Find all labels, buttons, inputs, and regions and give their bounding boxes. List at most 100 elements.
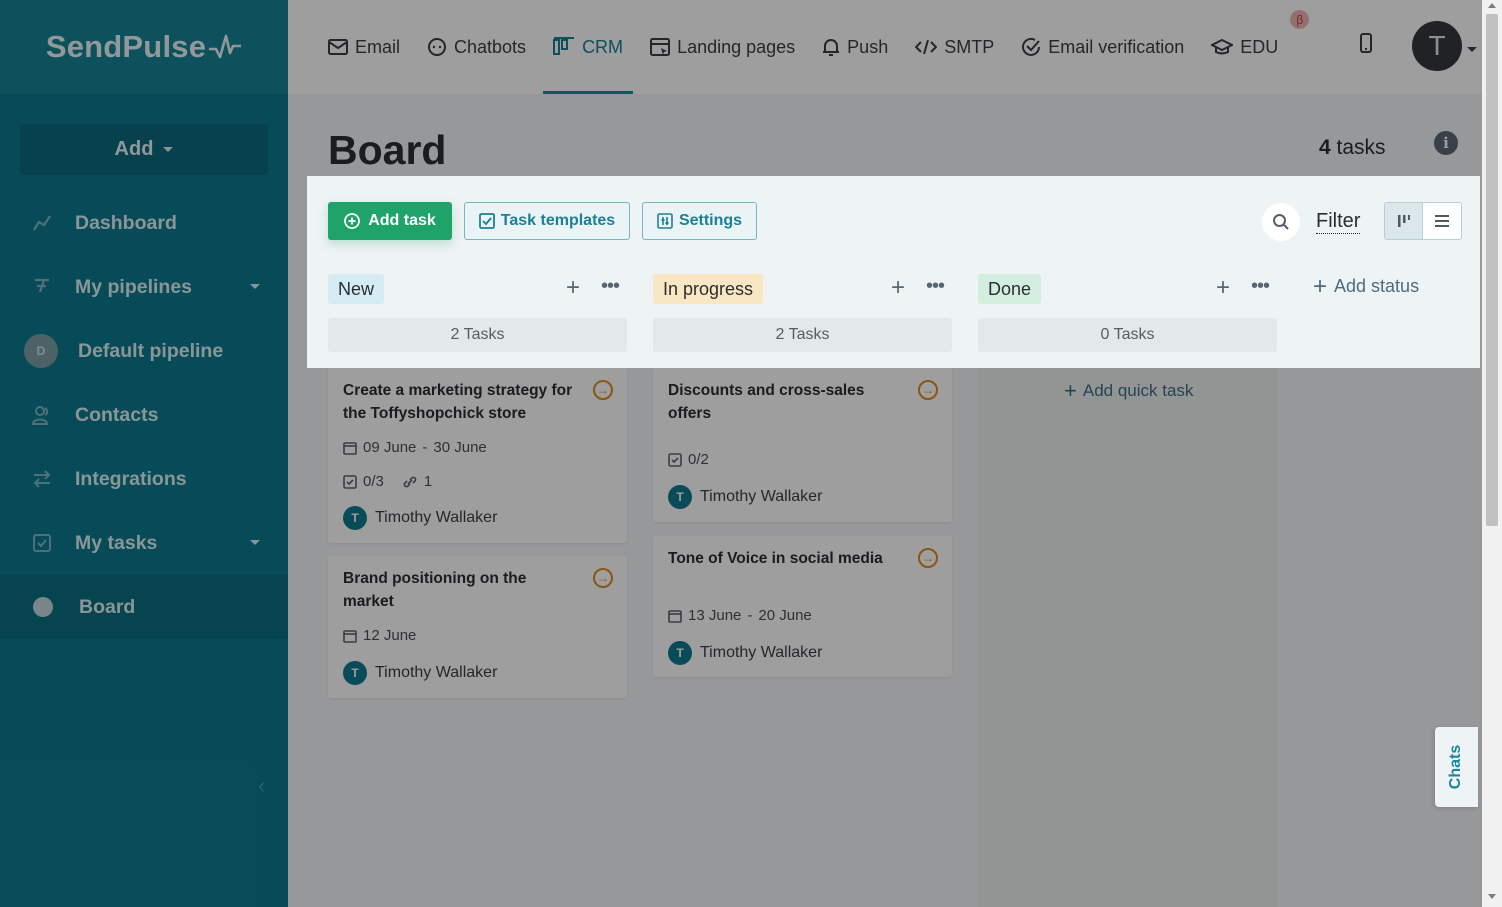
add-quick-task-button[interactable]: + Add quick task (1064, 380, 1193, 402)
search-icon (1273, 214, 1289, 230)
assignee-name: Timothy Wallaker (375, 509, 498, 526)
more-options-icon[interactable]: ••• (601, 276, 620, 296)
sidebar-item-label: Board (79, 595, 136, 618)
sidebar-item-label: Integrations (75, 467, 187, 490)
column-task-count: 2 Tasks (328, 318, 627, 352)
nav-crm-label: CRM (582, 36, 624, 57)
calendar-icon (343, 629, 357, 643)
mobile-icon[interactable] (1359, 33, 1373, 58)
sidebar-item-label: My tasks (75, 531, 158, 554)
checklist-icon (343, 474, 357, 489)
contacts-icon (30, 403, 54, 427)
assignee-avatar: T (668, 485, 692, 509)
view-toggle (1384, 202, 1462, 240)
assignee-avatar: T (668, 641, 692, 665)
chevron-down-icon[interactable] (250, 540, 260, 545)
sidebar-item-board[interactable]: Board (0, 575, 288, 639)
column-header-done: Done + ••• (978, 274, 1277, 304)
arrow-right-circle-icon[interactable]: → (593, 568, 613, 588)
list-view-button[interactable] (1423, 203, 1461, 239)
task-card[interactable]: Brand positioning on the market → 12 Jun… (328, 556, 627, 698)
filter-link[interactable]: Filter (1316, 209, 1361, 234)
funnel-icon (30, 275, 54, 299)
task-card[interactable]: Tone of Voice in social media → 13 June … (653, 536, 952, 677)
more-options-icon[interactable]: ••• (926, 276, 945, 296)
sidebar-item-my-tasks[interactable]: My tasks (0, 511, 288, 575)
kanban-view-button[interactable] (1385, 203, 1423, 239)
add-task-button[interactable]: Add task (328, 202, 452, 240)
logo-text: SendPulse (45, 29, 207, 64)
sidebar-item-dashboard[interactable]: Dashboard (0, 191, 288, 255)
sidebar-add-button[interactable]: Add (20, 124, 268, 175)
add-task-plus-icon[interactable]: + (1216, 276, 1230, 300)
task-templates-button[interactable]: Task templates (464, 202, 630, 240)
scroll-up-arrow-icon[interactable] (1488, 3, 1496, 8)
task-links-count: 1 (423, 473, 433, 490)
sendpulse-logo[interactable]: SendPulse (46, 29, 242, 65)
nav-email-label: Email (355, 36, 401, 57)
chevron-down-icon (163, 147, 174, 152)
add-task-plus-icon[interactable]: + (891, 276, 905, 300)
assignee-name: Timothy Wallaker (375, 664, 498, 681)
chats-tab[interactable]: Chats (1435, 727, 1478, 807)
bell-icon (823, 39, 840, 56)
column-done-body: + Add quick task (978, 368, 1277, 907)
sidebar: SendPulse Add Dashboard My pipelines D D… (0, 0, 288, 907)
nav-push[interactable]: Push (822, 0, 888, 94)
task-card[interactable]: Discounts and cross-sales offers → 0/2 T… (653, 368, 952, 522)
pipeline-avatar: D (24, 334, 58, 368)
envelope-icon (328, 39, 348, 55)
assignee-name: Timothy Wallaker (700, 488, 823, 505)
add-status-label: Add status (1334, 276, 1420, 296)
info-icon[interactable]: i (1434, 131, 1458, 155)
landing-page-icon (650, 38, 671, 56)
chevron-down-icon[interactable] (250, 284, 260, 289)
nav-email[interactable]: Email (328, 0, 400, 94)
nav-email-verification-label: Email verification (1048, 36, 1185, 57)
arrow-right-circle-icon[interactable]: → (918, 548, 938, 568)
nav-smtp[interactable]: SMTP (915, 0, 994, 94)
assignee-avatar: T (343, 661, 367, 685)
sidebar-item-my-pipelines[interactable]: My pipelines (0, 255, 288, 319)
status-pill[interactable]: New (328, 274, 385, 304)
nav-email-verification[interactable]: Email verification (1021, 0, 1184, 94)
task-count-number: 4 (1319, 136, 1331, 159)
arrow-right-circle-icon[interactable]: → (593, 380, 613, 400)
status-pill[interactable]: Done (978, 274, 1042, 304)
task-date-start: 13 June (688, 607, 742, 624)
task-meta: 0/3 1 (343, 473, 432, 490)
nav-landing-pages[interactable]: Landing pages (650, 0, 795, 94)
nav-edu[interactable]: EDU β (1211, 0, 1310, 94)
calendar-icon (668, 609, 682, 623)
page-scrollbar[interactable] (1482, 0, 1502, 907)
more-options-icon[interactable]: ••• (1251, 276, 1270, 296)
task-dates: 09 June - 30 June (343, 439, 487, 456)
settings-button[interactable]: Settings (642, 202, 757, 240)
task-meta: 0/2 (668, 451, 709, 468)
scroll-down-arrow-icon[interactable] (1488, 894, 1496, 899)
sidebar-item-integrations[interactable]: Integrations (0, 447, 288, 511)
checklist-icon (668, 452, 682, 467)
page-title: Board (328, 127, 447, 173)
task-card[interactable]: Create a marketing strategy for the Toff… (328, 368, 627, 543)
collapse-sidebar-icon[interactable]: ‹ (258, 773, 265, 799)
sidebar-item-contacts[interactable]: Contacts (0, 383, 288, 447)
add-status-button[interactable]: + Add status (1313, 274, 1420, 298)
sidebar-item-label: My pipelines (75, 275, 193, 298)
arrow-right-circle-icon[interactable]: → (918, 380, 938, 400)
top-navigation: Email Chatbots CRM Landing pages Push SM… (288, 0, 1482, 94)
sidebar-item-default-pipeline[interactable]: D Default pipeline (0, 319, 288, 383)
status-pill[interactable]: In progress (653, 274, 764, 304)
logo-area[interactable]: SendPulse (0, 0, 288, 94)
crm-board-icon (553, 37, 575, 55)
user-avatar[interactable]: T (1412, 21, 1462, 71)
task-assignee: T Timothy Wallaker (668, 485, 822, 509)
search-button[interactable] (1262, 203, 1300, 241)
nav-chatbots[interactable]: Chatbots (427, 0, 526, 94)
nav-crm[interactable]: CRM (543, 0, 634, 94)
task-templates-label: Task templates (500, 212, 616, 229)
add-task-plus-icon[interactable]: + (566, 276, 580, 300)
chevron-down-icon[interactable] (1467, 47, 1477, 52)
sidebar-add-label: Add (114, 138, 154, 160)
scroll-thumb[interactable] (1486, 14, 1498, 526)
